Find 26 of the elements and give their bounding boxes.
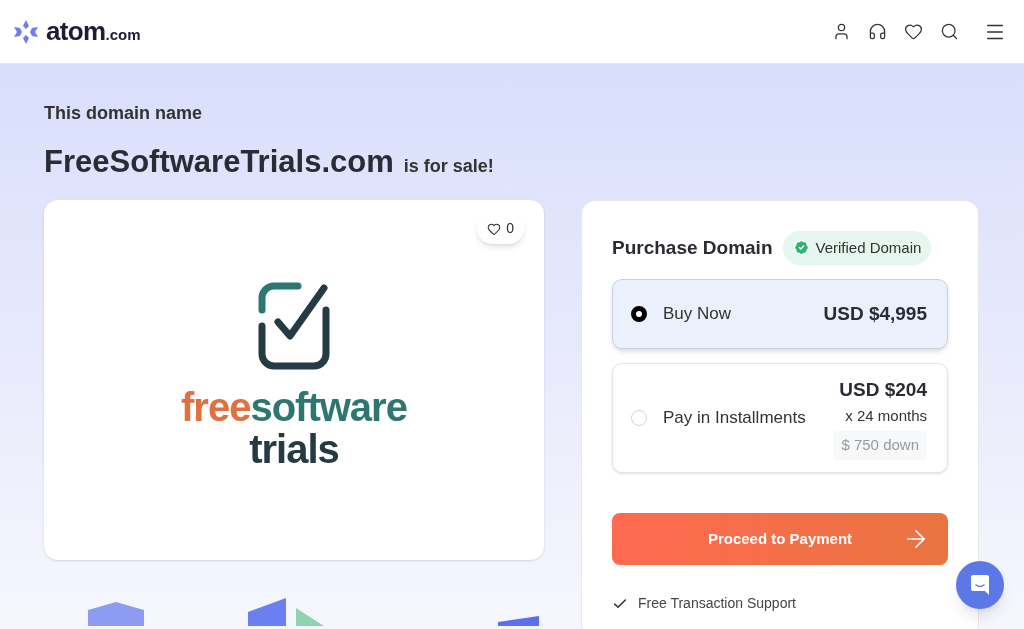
option-price: USD $204 — [839, 378, 927, 403]
account-icon[interactable] — [832, 22, 851, 41]
option-label: Buy Now — [663, 303, 732, 326]
brand-logo[interactable]: atom.com — [46, 12, 141, 51]
option-label: Pay in Installments — [663, 407, 806, 430]
feature-text: Free Transaction Support — [638, 594, 796, 613]
payment-option[interactable]: Pay in Installments USD $204 x 24 months $ 750 down — [612, 363, 948, 473]
down-payment: $ 750 down — [833, 431, 927, 460]
payment-option[interactable]: Buy Now USD $4,995 — [612, 279, 948, 349]
domain-title: FreeSoftwareTrials.com — [44, 143, 394, 181]
search-icon[interactable] — [940, 22, 959, 41]
intro-text: This domain name — [44, 102, 204, 125]
radio-button[interactable] — [631, 306, 647, 322]
heart-icon — [487, 221, 502, 236]
chat-icon — [970, 574, 990, 596]
checkbox-logo-icon — [258, 281, 332, 370]
logo-wordmark: freesoftware trials — [181, 385, 407, 470]
purchase-title: Purchase Domain — [612, 235, 773, 260]
headset-icon[interactable] — [868, 22, 887, 41]
installment-term: x 24 months — [845, 405, 927, 426]
like-button[interactable]: 0 — [477, 213, 524, 244]
verified-badge: Verified Domain — [782, 230, 932, 265]
sale-text: is for sale! — [403, 155, 494, 178]
verified-icon — [792, 239, 810, 257]
option-price: USD $4,995 — [823, 301, 927, 326]
heart-icon[interactable] — [904, 22, 923, 41]
